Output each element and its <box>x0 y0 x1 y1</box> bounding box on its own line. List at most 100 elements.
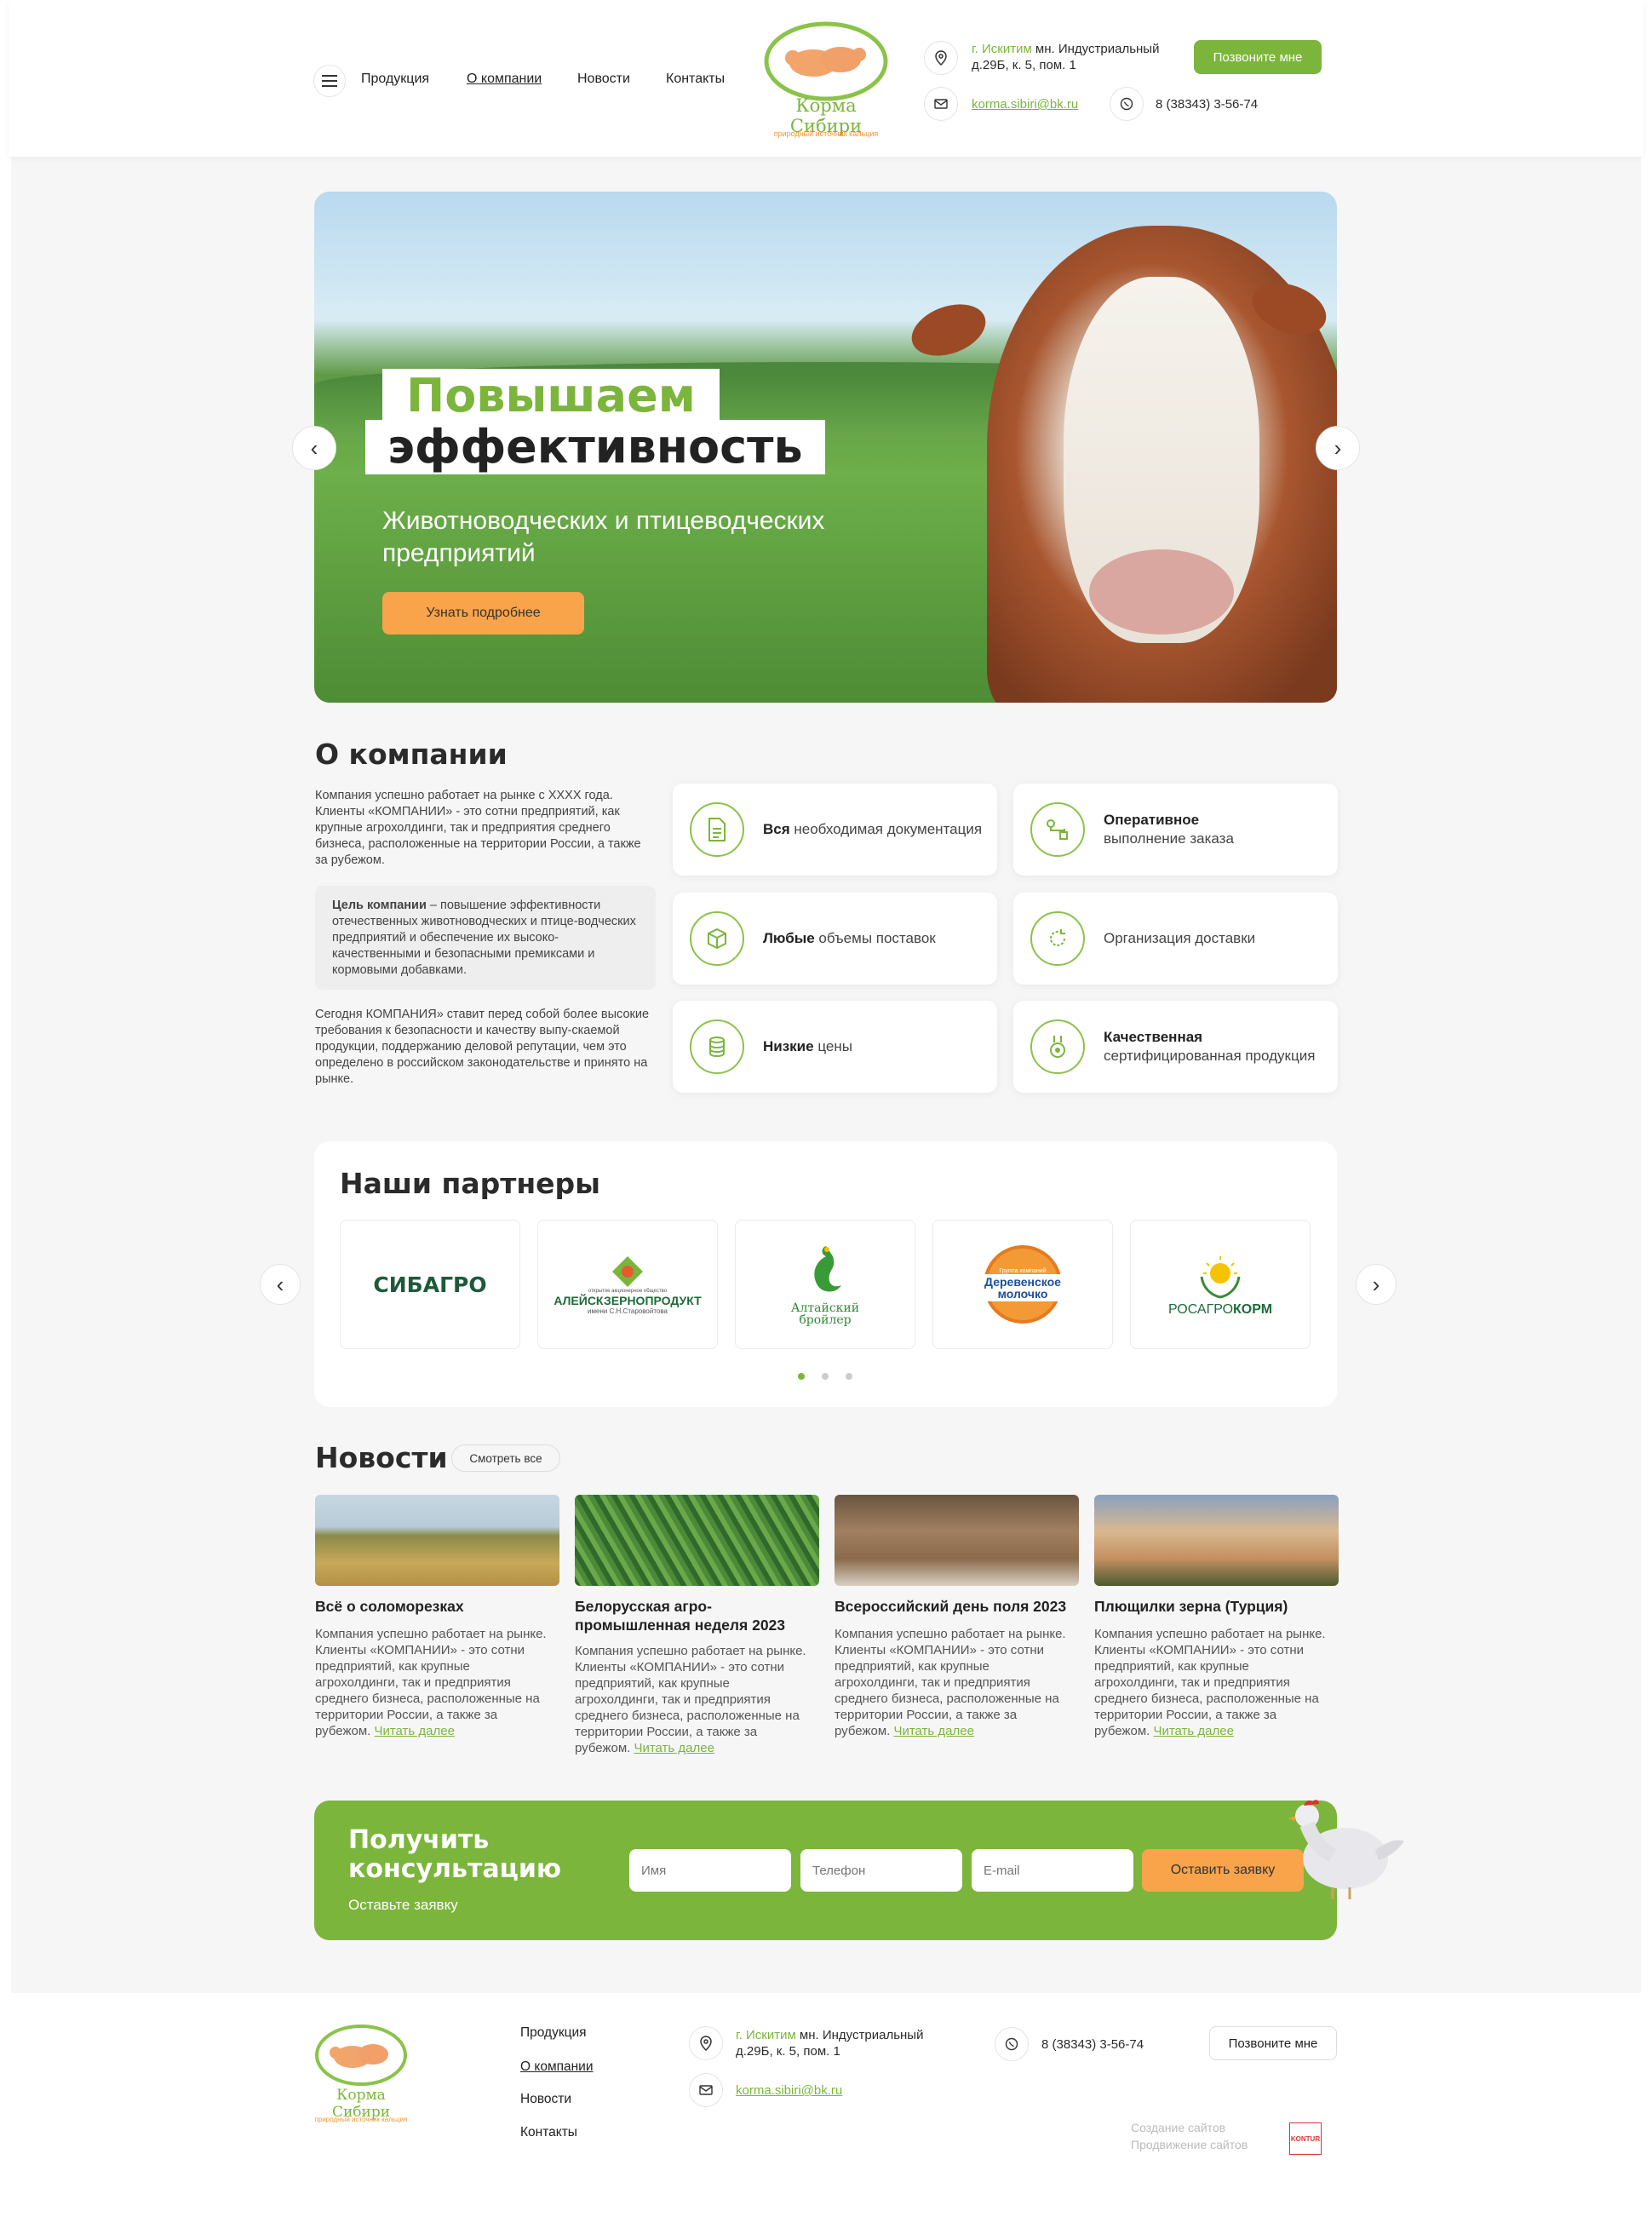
hero-title-line2: эффективность <box>365 420 825 474</box>
feature-text: выполнение заказа <box>1104 830 1234 847</box>
feature-card-volumes: Любые объемы поставок <box>673 893 997 985</box>
news-title-2[interactable]: Белорусская агро-промышленная неделя 202… <box>575 1597 819 1634</box>
nav-products[interactable]: Продукция <box>361 72 429 87</box>
consult-subtitle: Оставьте заявку <box>348 1897 458 1913</box>
feature-text: Организация доставки <box>1104 930 1256 946</box>
footer-address-street: мн. Индустриальный <box>795 2028 924 2042</box>
sun-wreath-icon <box>1200 1256 1241 1299</box>
cow-nose <box>1089 549 1234 635</box>
feature-bold: Любые <box>763 930 815 946</box>
news-read-more-link[interactable]: Читать далее <box>1153 1724 1233 1738</box>
address-street: мн. Индустриальный <box>1031 42 1160 56</box>
news-excerpt-2: Компания успешно работает на рынке. Клие… <box>575 1643 813 1756</box>
partner-name: Алтайский бройлер <box>790 1301 860 1327</box>
feature-text: цены <box>813 1038 852 1054</box>
footer-logo[interactable] <box>313 2023 409 2087</box>
box-icon <box>690 911 744 966</box>
feature-bold: Вся <box>763 821 790 837</box>
partner-small-text: Группа компаний <box>999 1267 1047 1274</box>
phone-input[interactable] <box>800 1849 962 1892</box>
nav-contacts[interactable]: Контакты <box>666 72 725 87</box>
nav-about[interactable]: О компании <box>467 72 542 87</box>
partner-name: РОСАГРО <box>1167 1302 1234 1317</box>
hero-subtitle: Животноводческих и птицеводческих предпр… <box>382 507 825 567</box>
about-paragraph-2: Сегодня КОМПАНИЯ» ставит перед собой бол… <box>315 1008 650 1086</box>
footer-nav-news[interactable]: Новости <box>520 2092 571 2107</box>
address-city[interactable]: г. Искитим <box>972 42 1032 56</box>
partners-dot-2[interactable] <box>822 1373 829 1380</box>
header-email[interactable]: korma.sibiri@bk.ru <box>972 96 1078 112</box>
email-input[interactable] <box>972 1849 1133 1892</box>
about-paragraph-1: Компания успешно работает на рынке с XXX… <box>315 789 641 867</box>
news-title-3[interactable]: Всероссийский день поля 2023 <box>835 1597 1079 1616</box>
news-title-4[interactable]: Плющилки зерна (Турция) <box>1094 1597 1339 1616</box>
partner-logo-aleyskzernoprodukt[interactable]: открытое акционерное общество АЛЕЙСКЗЕРН… <box>537 1220 718 1349</box>
broiler-bird-icon <box>814 1246 841 1292</box>
partner-logo-altai-broiler[interactable]: Алтайский бройлер <box>735 1220 915 1349</box>
name-input[interactable] <box>629 1849 791 1892</box>
coins-icon <box>690 1019 744 1074</box>
nav-news[interactable]: Новости <box>577 72 630 87</box>
footer-nav-products[interactable]: Продукция <box>520 2025 587 2041</box>
footer-address-city[interactable]: г. Искитим <box>736 2028 796 2042</box>
feature-card-quality: Качественная сертифицированная продукция <box>1013 1001 1338 1093</box>
hero-more-button[interactable]: Узнать подробнее <box>382 592 584 635</box>
feature-card-documents: Вся необходимая документация <box>673 784 997 876</box>
news-read-more-link[interactable]: Читать далее <box>893 1724 973 1738</box>
news-excerpt-4: Компания успешно работает на рынке. Клие… <box>1094 1626 1333 1739</box>
feature-bold: Оперативное <box>1104 812 1200 828</box>
news-image-3[interactable] <box>835 1495 1079 1586</box>
document-icon <box>690 802 744 857</box>
about-goal-box: Цель компании – повышение эффективности … <box>315 886 656 990</box>
header-address: г. Искитим мн. Индустриальный д.29Б, к. … <box>972 41 1176 73</box>
consultation-form-section: Получить консультацию Оставьте заявку Ос… <box>314 1801 1337 1940</box>
partner-name: СИБАГРО <box>373 1272 487 1297</box>
menu-icon[interactable] <box>313 65 346 97</box>
news-excerpt-text: Компания успешно работает на рынке. Клие… <box>315 1627 547 1738</box>
footer-logo-tagline: природный источник кальция <box>314 2116 408 2123</box>
location-icon <box>924 41 958 75</box>
feature-card-prices: Низкие цены <box>673 1001 997 1093</box>
callback-button[interactable]: Позвоните мне <box>1194 40 1322 74</box>
footer-phone[interactable]: 8 (38343) 3-56-74 <box>1041 2036 1144 2053</box>
partners-next-arrow-icon[interactable]: › <box>1356 1264 1397 1305</box>
news-read-more-link[interactable]: Читать далее <box>374 1724 454 1738</box>
partners-dot-1[interactable] <box>798 1373 805 1380</box>
news-see-all-button[interactable]: Смотреть все <box>451 1445 560 1472</box>
footer-whatsapp-icon <box>995 2027 1029 2061</box>
partner-logo-rosagrokorm[interactable]: РОСАГРОКОРМ <box>1130 1220 1311 1349</box>
feature-bold: Низкие <box>763 1038 814 1054</box>
dev-credit-line1: Создание сайтов <box>1131 2121 1226 2134</box>
header-phone[interactable]: 8 (38343) 3-56-74 <box>1156 96 1258 112</box>
footer-location-icon <box>689 2026 723 2060</box>
news-title-1[interactable]: Всё о соломорезках <box>315 1597 559 1616</box>
refresh-icon <box>1030 911 1085 966</box>
news-read-more-link[interactable]: Читать далее <box>634 1741 714 1755</box>
developer-credit[interactable]: Создание сайтов Продвижение сайтов <box>1131 2119 1248 2153</box>
hero-next-arrow-icon[interactable]: › <box>1316 426 1360 470</box>
feature-text: объемы поставок <box>814 930 936 946</box>
partner-logo-sibagro[interactable]: СИБАГРО <box>340 1220 520 1349</box>
consult-title: Получить консультацию <box>348 1825 562 1884</box>
partners-dot-3[interactable] <box>846 1373 852 1380</box>
hen-illustration <box>1288 1800 1404 1899</box>
partner-name: АЛЕЙСКЗЕРНОПРОДУКТ <box>554 1293 702 1307</box>
developer-logo[interactable]: KONTUR <box>1289 2122 1322 2155</box>
partners-heading: Наши партнеры <box>340 1167 601 1200</box>
hero-prev-arrow-icon[interactable]: ‹ <box>292 426 336 470</box>
route-icon <box>1030 802 1085 857</box>
footer-nav-contacts[interactable]: Контакты <box>520 2125 577 2140</box>
news-image-1[interactable] <box>315 1495 559 1586</box>
partner-logo-derevenskoe-molochko[interactable]: Группа компаний Деревенское молочко <box>932 1220 1113 1349</box>
news-image-4[interactable] <box>1094 1495 1339 1586</box>
partner-name: Деревенское молочко <box>972 1273 1074 1301</box>
feature-card-fast-order: Оперативное выполнение заказа <box>1013 784 1338 876</box>
feature-text: необходимая документация <box>789 821 983 837</box>
whatsapp-icon <box>1110 87 1144 121</box>
footer-email[interactable]: korma.sibiri@bk.ru <box>736 2082 842 2099</box>
mail-icon <box>924 87 958 121</box>
news-image-2[interactable] <box>575 1495 819 1586</box>
partners-prev-arrow-icon[interactable]: ‹ <box>260 1264 301 1305</box>
footer-nav-about[interactable]: О компании <box>520 2059 594 2075</box>
footer-callback-button[interactable]: Позвоните мне <box>1209 2026 1337 2060</box>
